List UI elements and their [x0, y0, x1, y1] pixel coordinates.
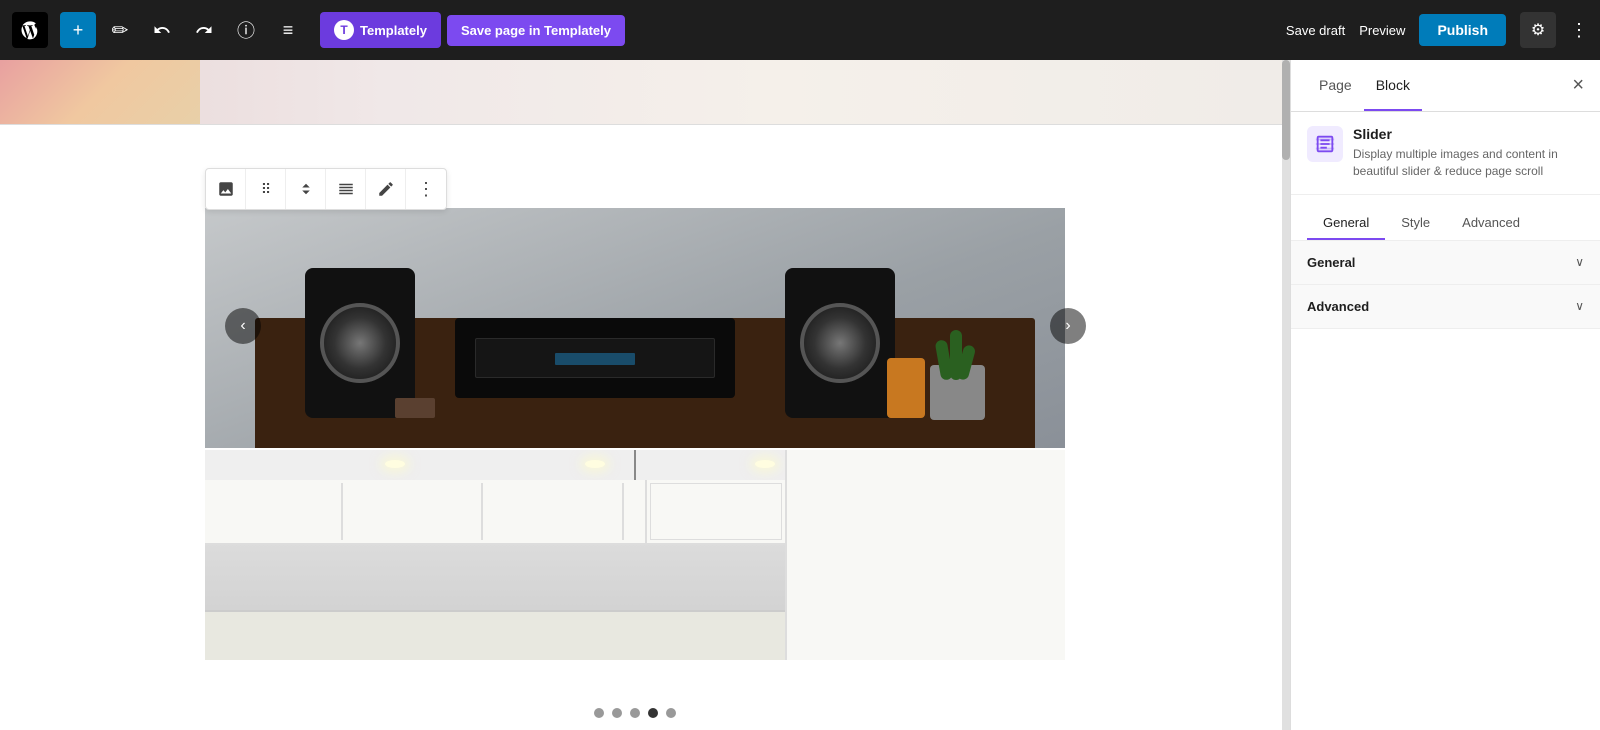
slider-dots [205, 708, 1065, 718]
slider-image-2 [205, 450, 1065, 660]
info-button[interactable]: ⓘ [228, 12, 264, 48]
add-block-button[interactable]: + [60, 12, 96, 48]
top-image-overlay [0, 60, 200, 125]
canvas: ⠿ ⋮ [0, 60, 1290, 730]
block-image-button[interactable] [206, 169, 246, 209]
slider-next-button[interactable]: › [1050, 308, 1086, 344]
redo-button[interactable] [186, 12, 222, 48]
block-move-button[interactable] [286, 169, 326, 209]
block-desc: Display multiple images and content in b… [1353, 146, 1584, 180]
block-text: Slider Display multiple images and conte… [1353, 126, 1584, 180]
slider-dot-2[interactable] [612, 708, 622, 718]
sidebar-close-button[interactable]: × [1572, 74, 1584, 97]
subtab-general[interactable]: General [1307, 207, 1385, 240]
block-align-button[interactable] [326, 169, 366, 209]
accordion-general-chevron: ∨ [1575, 255, 1584, 269]
accordion-general-header[interactable]: General ∨ [1291, 241, 1600, 284]
undo-button[interactable] [144, 12, 180, 48]
slider-dot-3[interactable] [630, 708, 640, 718]
block-toolbar: ⠿ ⋮ [205, 168, 447, 210]
slider-dot-5[interactable] [666, 708, 676, 718]
block-name: Slider [1353, 126, 1584, 142]
slider-prev-button[interactable]: ‹ [225, 308, 261, 344]
sidebar-content: Slider Display multiple images and conte… [1291, 112, 1600, 730]
block-edit-button[interactable] [366, 169, 406, 209]
slider-image-1 [205, 208, 1065, 448]
main-area: ⠿ ⋮ [0, 60, 1600, 730]
tab-block[interactable]: Block [1364, 61, 1422, 111]
accordion-advanced-chevron: ∨ [1575, 299, 1584, 313]
accordion-advanced-title: Advanced [1307, 299, 1369, 314]
sidebar: Page Block × Slider Display multiple ima… [1290, 60, 1600, 730]
save-draft-button[interactable]: Save draft [1286, 23, 1345, 38]
slider-dot-1[interactable] [594, 708, 604, 718]
block-more-button[interactable]: ⋮ [406, 169, 446, 209]
block-icon [1307, 126, 1343, 162]
wp-logo [12, 12, 48, 48]
subtab-style[interactable]: Style [1385, 207, 1446, 240]
top-header-image [0, 60, 1290, 125]
preview-button[interactable]: Preview [1359, 23, 1405, 38]
templately-button[interactable]: T Templately [320, 12, 441, 48]
sidebar-tabs: Page Block [1307, 61, 1422, 111]
tab-page[interactable]: Page [1307, 61, 1364, 111]
scroll-track[interactable] [1282, 60, 1290, 730]
templately-label: Templately [360, 23, 427, 38]
accordion-general-title: General [1307, 255, 1355, 270]
accordion-advanced: Advanced ∨ [1291, 285, 1600, 329]
scroll-thumb[interactable] [1282, 60, 1290, 160]
subtab-advanced[interactable]: Advanced [1446, 207, 1536, 240]
save-templately-button[interactable]: Save page in Templately [447, 15, 625, 46]
more-options-button[interactable]: ⋮ [1570, 20, 1588, 41]
block-drag-button[interactable]: ⠿ [246, 169, 286, 209]
accordion-general: General ∨ [1291, 241, 1600, 285]
main-toolbar: + ✏ ⓘ ≡ T Templately Save page in Templa… [0, 0, 1600, 60]
settings-button[interactable]: ⚙ [1520, 12, 1556, 48]
block-subtabs: General Style Advanced [1291, 195, 1600, 241]
templately-icon: T [334, 20, 354, 40]
canvas-inner: ⠿ ⋮ [0, 60, 1290, 730]
sidebar-header: Page Block × [1291, 60, 1600, 112]
slider-dot-4[interactable] [648, 708, 658, 718]
list-button[interactable]: ≡ [270, 12, 306, 48]
block-info: Slider Display multiple images and conte… [1291, 112, 1600, 195]
accordion-advanced-header[interactable]: Advanced ∨ [1291, 285, 1600, 328]
pencil-button[interactable]: ✏ [102, 12, 138, 48]
publish-button[interactable]: Publish [1419, 14, 1506, 46]
toolbar-right: Save draft Preview Publish ⚙ ⋮ [1286, 12, 1588, 48]
